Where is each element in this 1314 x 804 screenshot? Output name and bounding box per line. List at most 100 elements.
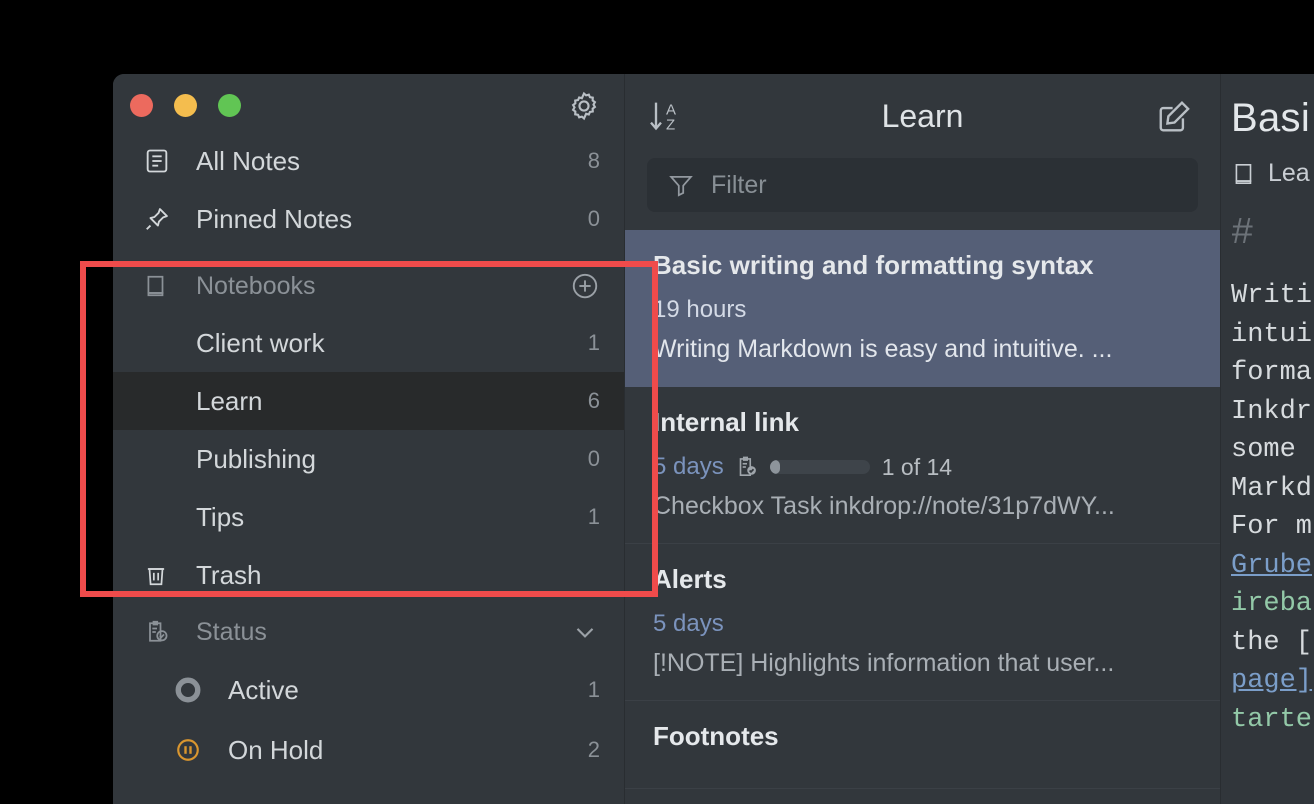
task-progress-text: 1 of 14 xyxy=(882,454,952,481)
note-list-item[interactable]: Alerts 5 days [!NOTE] Highlights informa… xyxy=(625,544,1220,701)
note-title: Alerts xyxy=(653,564,1198,595)
note-list-item[interactable]: Basic writing and formatting syntax 19 h… xyxy=(625,230,1220,387)
editor-heading-marker: # xyxy=(1231,212,1314,255)
filter-input[interactable]: Filter xyxy=(647,158,1198,212)
code-line-link[interactable]: Grube xyxy=(1231,547,1314,586)
status-count: 2 xyxy=(588,737,600,763)
sidebar-item-status-on-hold[interactable]: On Hold 2 xyxy=(113,720,624,780)
sidebar-item-publishing[interactable]: Publishing 0 xyxy=(113,430,624,488)
notebook-label: Tips xyxy=(196,502,588,533)
all-notes-icon xyxy=(143,147,177,175)
gear-icon xyxy=(567,89,601,123)
status-section-header[interactable]: Status xyxy=(113,604,624,660)
editor-notebook-name: Lea xyxy=(1268,159,1310,188)
editor-panel: Basi Lea # Writi intui forma Inkdr some … xyxy=(1221,74,1314,804)
close-button[interactable] xyxy=(130,94,153,117)
note-list-header: A Z Learn xyxy=(625,74,1220,158)
task-list-icon xyxy=(734,454,760,480)
note-age: 19 hours xyxy=(653,296,746,324)
sidebar-item-tips[interactable]: Tips 1 xyxy=(113,488,624,546)
notebook-count: 1 xyxy=(588,504,600,530)
sidebar-item-label: Pinned Notes xyxy=(196,204,588,235)
progress-track xyxy=(770,460,870,474)
sidebar-item-learn[interactable]: Learn 6 xyxy=(113,372,624,430)
progress-fill xyxy=(770,460,780,474)
sidebar-item-client-work[interactable]: Client work 1 xyxy=(113,314,624,372)
note-list-item[interactable]: Footnotes xyxy=(625,701,1220,789)
pin-icon xyxy=(143,205,177,233)
sort-az-icon: A Z xyxy=(646,96,686,136)
sidebar-item-label: Trash xyxy=(196,560,600,591)
add-notebook-button[interactable] xyxy=(570,271,600,301)
settings-button[interactable] xyxy=(566,88,602,124)
note-title: Basic writing and formatting syntax xyxy=(653,250,1198,281)
status-onhold-icon xyxy=(175,737,211,763)
status-label: Active xyxy=(228,675,588,706)
sidebar-item-status-active[interactable]: Active 1 xyxy=(113,660,624,720)
sidebar-item-count: 8 xyxy=(588,148,600,174)
editor-content[interactable]: Writi intui forma Inkdr some Markd For m… xyxy=(1231,277,1314,739)
code-line: Inkdr xyxy=(1231,393,1314,432)
compose-icon xyxy=(1156,97,1194,135)
note-list-item[interactable]: Internal link 5 days xyxy=(625,387,1220,544)
trash-icon xyxy=(143,562,177,588)
status-label: On Hold xyxy=(228,735,588,766)
status-count: 1 xyxy=(588,677,600,703)
note-preview: Checkbox Task inkdrop://note/31p7dWY... xyxy=(653,492,1198,521)
filter-placeholder: Filter xyxy=(711,171,767,200)
svg-text:Z: Z xyxy=(666,116,675,133)
note-age: 5 days xyxy=(653,610,724,638)
code-line: some xyxy=(1231,431,1314,470)
maximize-button[interactable] xyxy=(218,94,241,117)
traffic-lights xyxy=(130,94,241,117)
plus-circle-icon xyxy=(570,271,600,301)
note-preview: [!NOTE] Highlights information that user… xyxy=(653,649,1198,678)
code-line-string: tarte xyxy=(1231,701,1314,740)
editor-notebook-breadcrumb[interactable]: Lea xyxy=(1231,159,1314,188)
new-note-button[interactable] xyxy=(1152,93,1198,139)
window-titlebar xyxy=(113,74,624,132)
notebook-count: 1 xyxy=(588,330,600,356)
status-active-icon xyxy=(175,677,211,703)
note-list-panel: A Z Learn Filter xyxy=(625,74,1221,804)
book-icon xyxy=(1231,161,1257,187)
code-line: For m xyxy=(1231,508,1314,547)
sidebar-item-trash[interactable]: Trash xyxy=(113,546,624,604)
sidebar-item-label: All Notes xyxy=(196,146,588,177)
note-age: 5 days xyxy=(653,453,724,481)
chevron-down-icon xyxy=(570,617,600,647)
sidebar-divider xyxy=(113,248,624,258)
app-window: All Notes 8 Pinned Notes 0 xyxy=(113,74,1314,804)
code-line: forma xyxy=(1231,354,1314,393)
notebook-label: Publishing xyxy=(196,444,588,475)
minimize-button[interactable] xyxy=(174,94,197,117)
code-line: Markd xyxy=(1231,470,1314,509)
note-list-title: Learn xyxy=(625,98,1220,135)
sort-button[interactable]: A Z xyxy=(643,93,689,139)
code-line: intui xyxy=(1231,316,1314,355)
book-icon xyxy=(143,273,177,299)
code-line-string: ireba xyxy=(1231,585,1314,624)
sidebar: All Notes 8 Pinned Notes 0 xyxy=(113,74,625,804)
sidebar-item-count: 0 xyxy=(588,206,600,232)
note-title: Footnotes xyxy=(653,721,1198,752)
code-line: Writi xyxy=(1231,277,1314,316)
sidebar-item-all-notes[interactable]: All Notes 8 xyxy=(113,132,624,190)
code-line-link[interactable]: page] xyxy=(1231,662,1314,701)
note-meta: 5 days xyxy=(653,609,1198,639)
sidebar-item-pinned-notes[interactable]: Pinned Notes 0 xyxy=(113,190,624,248)
status-collapse-button[interactable] xyxy=(570,617,600,647)
notebooks-section-header[interactable]: Notebooks xyxy=(113,258,624,314)
notebooks-section-label: Notebooks xyxy=(196,272,570,301)
notebook-count: 6 xyxy=(588,388,600,414)
note-meta: 5 days 1 of 14 xyxy=(653,452,1198,482)
editor-note-title[interactable]: Basi xyxy=(1231,96,1314,141)
notebook-label: Client work xyxy=(196,328,588,359)
note-title: Internal link xyxy=(653,407,1198,438)
screenshot-root: All Notes 8 Pinned Notes 0 xyxy=(0,0,1314,804)
status-section-label: Status xyxy=(196,618,570,647)
code-line: the [ xyxy=(1231,624,1314,663)
clipboard-check-icon xyxy=(143,618,177,646)
note-preview: Writing Markdown is easy and intuitive. … xyxy=(653,335,1198,364)
notebook-label: Learn xyxy=(196,386,588,417)
